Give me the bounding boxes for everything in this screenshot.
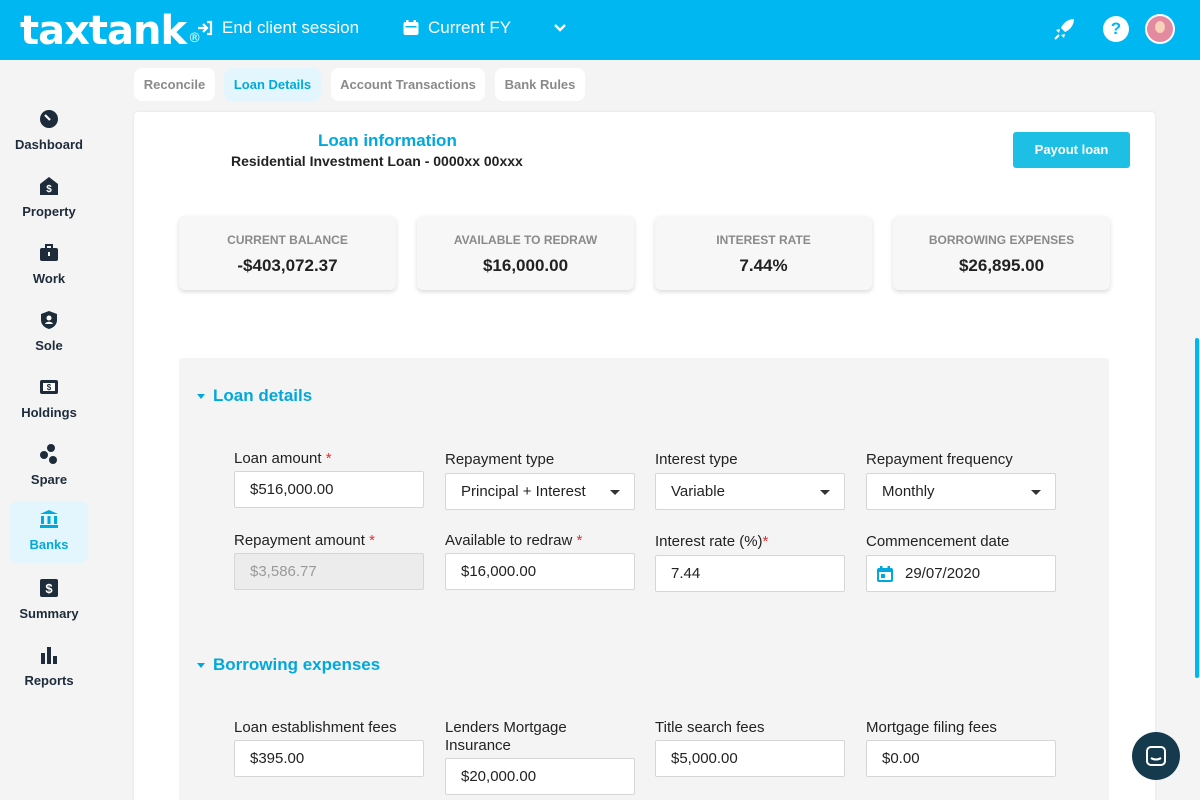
stat-interest-rate: INTEREST RATE 7.44% [655, 216, 872, 290]
section-heading: Loan details [213, 386, 313, 405]
sidebar-item-reports[interactable]: Reports [10, 637, 88, 699]
stat-label: BORROWING EXPENSES [928, 233, 1075, 247]
stat-label: INTEREST RATE [716, 233, 811, 247]
dropdown-arrow-icon [820, 490, 830, 495]
interest-rate-field[interactable]: 7.44 [655, 555, 845, 592]
sidebar-item-holdings[interactable]: $ Holdings [10, 369, 88, 431]
sidebar-item-label: Dashboard [15, 137, 83, 152]
sidebar-item-label: Work [32, 271, 66, 286]
interest-rate-label: Interest rate (%)* [655, 533, 769, 550]
repayment-amount-field: $3,586.77 [234, 553, 424, 590]
lmi-label: Lenders Mortgage Insurance [445, 719, 567, 754]
caret-down-icon [197, 393, 205, 399]
interest-type-select[interactable]: Variable [655, 473, 845, 510]
stat-borrowing-expenses: BORROWING EXPENSES $26,895.00 [893, 216, 1110, 290]
dropdown-arrow-icon [1031, 490, 1041, 495]
tab-bank-rules[interactable]: Bank Rules [495, 68, 585, 101]
tab-loan-details[interactable]: Loan Details [224, 68, 321, 101]
sidebar-item-label: Sole [35, 338, 63, 353]
calendar-icon [403, 20, 419, 35]
financial-year-select[interactable]: Current FY [402, 18, 567, 38]
loan-subtitle: Residential Investment Loan - 0000xx 00x… [231, 153, 523, 169]
loan-amount-field[interactable]: $516,000.00 [234, 471, 424, 508]
tab-account-transactions[interactable]: Account Transactions [331, 68, 485, 101]
property-icon: $ [40, 177, 58, 195]
stat-available-to-redraw: AVAILABLE TO REDRAW $16,000.00 [417, 216, 634, 290]
end-client-session-button[interactable]: End client session [196, 18, 359, 38]
repayment-frequency-select[interactable]: Monthly [866, 473, 1056, 510]
fy-label: Current FY [428, 18, 512, 37]
sidebar: Dashboard $ Property Work Sole $ Holding… [0, 60, 98, 800]
available-to-redraw-label: Available to redraw * [445, 532, 583, 549]
end-session-label: End client session [222, 18, 360, 37]
title-search-fees-label: Title search fees [655, 719, 765, 736]
loan-information-title: Loan information [318, 131, 457, 150]
section-heading: Borrowing expenses [213, 655, 381, 674]
establishment-fees-label: Loan establishment fees [234, 719, 397, 736]
commencement-date-label: Commencement date [866, 533, 1010, 550]
work-icon [40, 244, 58, 261]
sidebar-item-spare[interactable]: Spare [10, 436, 88, 498]
reports-icon [41, 647, 57, 664]
scrollbar-thumb[interactable] [1195, 338, 1199, 678]
mortgage-filing-fees-field[interactable]: $0.00 [866, 740, 1056, 777]
sidebar-item-property[interactable]: $ Property [10, 168, 88, 230]
stat-label: AVAILABLE TO REDRAW [453, 233, 598, 247]
borrowing-expenses-toggle[interactable]: Borrowing expenses [197, 655, 380, 675]
sidebar-item-label: Property [22, 204, 76, 219]
taxtank-logo[interactable]: taxtank ® [20, 8, 201, 54]
mortgage-filing-fees-label: Mortgage filing fees [866, 719, 997, 736]
spare-icon [40, 444, 57, 464]
stat-value: -$403,072.37 [237, 256, 338, 275]
dashboard-icon [40, 110, 58, 128]
repayment-frequency-label: Repayment frequency [866, 451, 1013, 468]
sidebar-item-label: Spare [30, 472, 68, 487]
user-avatar[interactable] [1145, 14, 1175, 44]
sidebar-item-work[interactable]: Work [10, 235, 88, 297]
help-button[interactable]: ? [1103, 16, 1129, 42]
chat-button[interactable] [1132, 732, 1180, 780]
top-bar: taxtank ® End client session Current FY ? [0, 0, 1200, 60]
chevron-down-icon [554, 24, 566, 32]
sidebar-item-dashboard[interactable]: Dashboard [10, 101, 88, 163]
repayment-type-select[interactable]: Principal + Interest [445, 473, 635, 510]
svg-text:$: $ [45, 581, 53, 596]
logout-icon [198, 20, 213, 36]
stat-label: CURRENT BALANCE [227, 233, 348, 247]
stat-value: 7.44% [739, 256, 788, 275]
sole-icon [41, 311, 57, 329]
dropdown-arrow-icon [610, 490, 620, 495]
repayment-amount-label: Repayment amount * [234, 532, 375, 549]
calendar-icon[interactable] [876, 565, 894, 583]
establishment-fees-field[interactable]: $395.00 [234, 740, 424, 777]
sidebar-item-summary[interactable]: $ Summary [10, 570, 88, 632]
sidebar-item-label: Holdings [21, 405, 77, 420]
payout-loan-button[interactable]: Payout loan [1013, 132, 1130, 168]
stat-value: $16,000.00 [482, 256, 569, 275]
tab-reconcile[interactable]: Reconcile [134, 68, 215, 101]
rocket-notification-icon[interactable] [1052, 16, 1078, 42]
chat-icon [1146, 746, 1166, 766]
title-search-fees-field[interactable]: $5,000.00 [655, 740, 845, 777]
loan-details-toggle[interactable]: Loan details [197, 386, 312, 406]
banks-icon [40, 510, 58, 528]
lmi-field[interactable]: $20,000.00 [445, 758, 635, 795]
sidebar-item-label: Banks [29, 537, 69, 552]
loan-amount-label: Loan amount * [234, 450, 332, 467]
available-to-redraw-field[interactable]: $16,000.00 [445, 553, 635, 590]
stat-current-balance: CURRENT BALANCE -$403,072.37 [179, 216, 396, 290]
commencement-date-field[interactable]: 29/07/2020 [866, 555, 1056, 592]
caret-down-icon [197, 662, 205, 668]
repayment-type-label: Repayment type [445, 451, 555, 468]
stat-value: $26,895.00 [958, 256, 1045, 275]
holdings-icon: $ [40, 380, 58, 394]
summary-icon: $ [40, 579, 58, 597]
sidebar-item-banks[interactable]: Banks [10, 501, 88, 563]
svg-text:$: $ [46, 184, 52, 195]
svg-text:$: $ [47, 383, 52, 392]
sidebar-item-sole[interactable]: Sole [10, 302, 88, 364]
sidebar-item-label: Summary [19, 606, 79, 621]
interest-type-label: Interest type [655, 451, 738, 468]
sidebar-item-label: Reports [24, 673, 74, 688]
